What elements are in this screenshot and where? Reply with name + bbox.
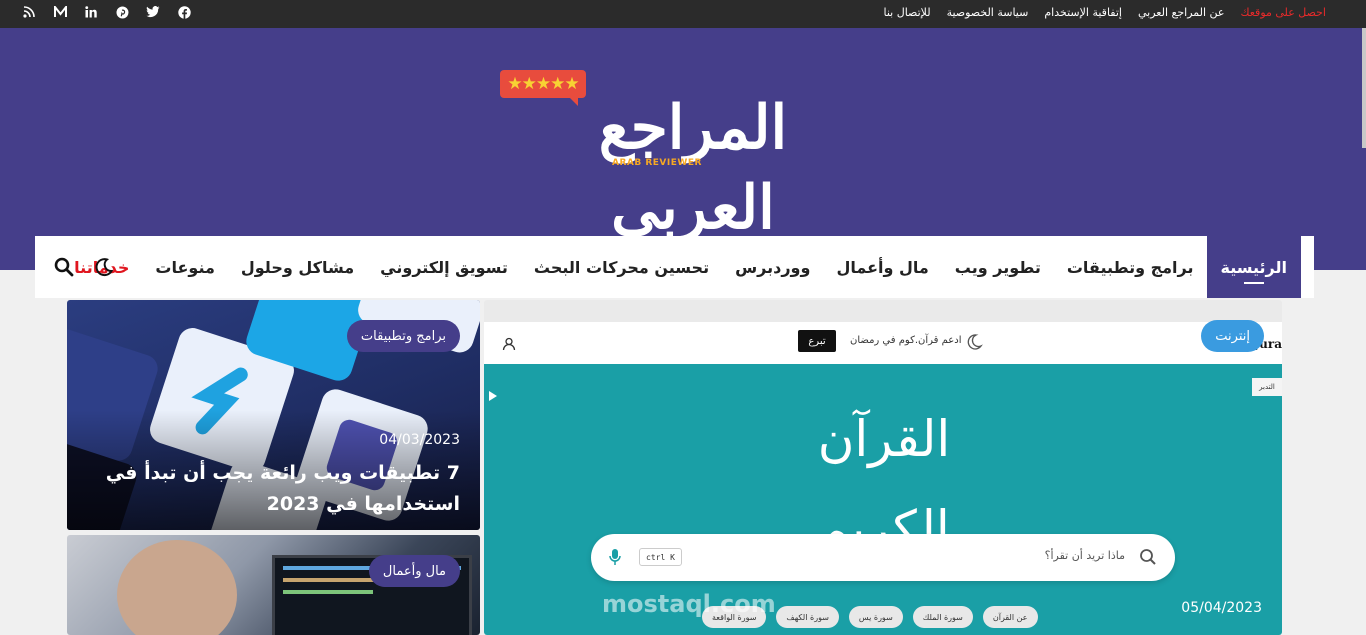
screenshot-title: القرآن الكريم [817,410,951,558]
post-card-internet[interactable]: تبرع ادعم قرآن.كوم في رمضان Qura التدبر … [484,300,1282,635]
nav-misc[interactable]: منوعات [142,236,227,298]
category-badge[interactable]: مال وأعمال [368,555,460,587]
site-header: ★★★★★ المراجع العربي ARAB REVIEWER الرئي… [0,28,1366,298]
nav-marketing[interactable]: تسويق إلكتروني [367,236,521,298]
screenshot-topbar: تبرع ادعم قرآن.كوم في رمضان Qura [484,322,1282,364]
post-date: 05/04/2023 [1181,600,1262,616]
logo-subtitle: ARAB REVIEWER [612,158,702,168]
facebook-icon[interactable] [177,5,191,19]
watermark: mostaql.com [602,590,776,618]
scrollbar[interactable] [1362,28,1366,148]
play-icon [489,386,497,405]
search-icon[interactable] [53,256,75,278]
user-icon [502,336,516,355]
screenshot-tag: التدبر [1252,378,1282,396]
category-badge[interactable]: برامج وتطبيقات [346,320,460,352]
social-links [22,0,208,24]
medium-icon[interactable] [53,5,67,19]
pinterest-icon[interactable] [115,5,129,19]
screenshot-search: ماذا تريد أن تقرأ؟ ctrl K [591,534,1175,581]
donate-button: تبرع [798,330,836,352]
terms-link[interactable]: إتفاقية الإستخدام [1044,6,1122,19]
nav-apps[interactable]: برامج وتطبيقات [1054,236,1207,298]
rss-icon[interactable] [22,5,36,19]
nav-home[interactable]: الرئيسية [1206,236,1301,298]
promo-text: ادعم قرآن.كوم في رمضان [850,335,962,346]
post-card-business[interactable]: مال وأعمال [67,535,480,635]
main-nav: الرئيسية برامج وتطبيقات تطوير ويب مال وأ… [35,236,1314,298]
twitter-icon[interactable] [146,5,160,19]
nav-business[interactable]: مال وأعمال [823,236,941,298]
privacy-link[interactable]: سياسة الخصوصية [947,6,1029,19]
shortcut-hint: ctrl K [639,548,682,566]
post-date: 04/03/2023 [379,432,460,448]
about-link[interactable]: عن المراجع العربي [1138,6,1225,19]
get-your-site-link[interactable]: احصل على موقعك [1240,6,1326,19]
nav-wordpress[interactable]: ووردبرس [722,236,823,298]
post-card-apps[interactable]: برامج وتطبيقات 04/03/2023 7 تطبيقات ويب … [67,300,480,530]
linkedin-icon[interactable] [84,5,98,19]
crescent-icon [964,332,984,356]
nav-problems[interactable]: مشاكل وحلول [228,236,367,298]
logo-wordmark: المراجع العربي [598,93,788,243]
top-bar: احصل على موقعك عن المراجع العربي إتفاقية… [0,0,1366,28]
microphone-icon [609,548,621,570]
nav-seo[interactable]: تحسين محركات البحث [521,236,722,298]
screenshot-hero: التدبر القرآن الكريم ماذا تريد أن تقرأ؟ … [484,364,1282,635]
search-icon [1139,548,1157,570]
contact-link[interactable]: للإتصال بنا [883,6,930,19]
person-photo [117,540,237,635]
post-title[interactable]: 7 تطبيقات ويب رائعة يجب أن تبدأ في استخد… [80,458,460,520]
nav-web-dev[interactable]: تطوير ويب [942,236,1054,298]
category-badge[interactable]: إنترنت [1201,320,1264,352]
top-links: احصل على موقعك عن المراجع العربي إتفاقية… [867,0,1326,24]
site-logo[interactable]: ★★★★★ المراجع العربي ARAB REVIEWER [498,68,858,243]
dark-mode-moon-icon[interactable] [93,256,115,278]
